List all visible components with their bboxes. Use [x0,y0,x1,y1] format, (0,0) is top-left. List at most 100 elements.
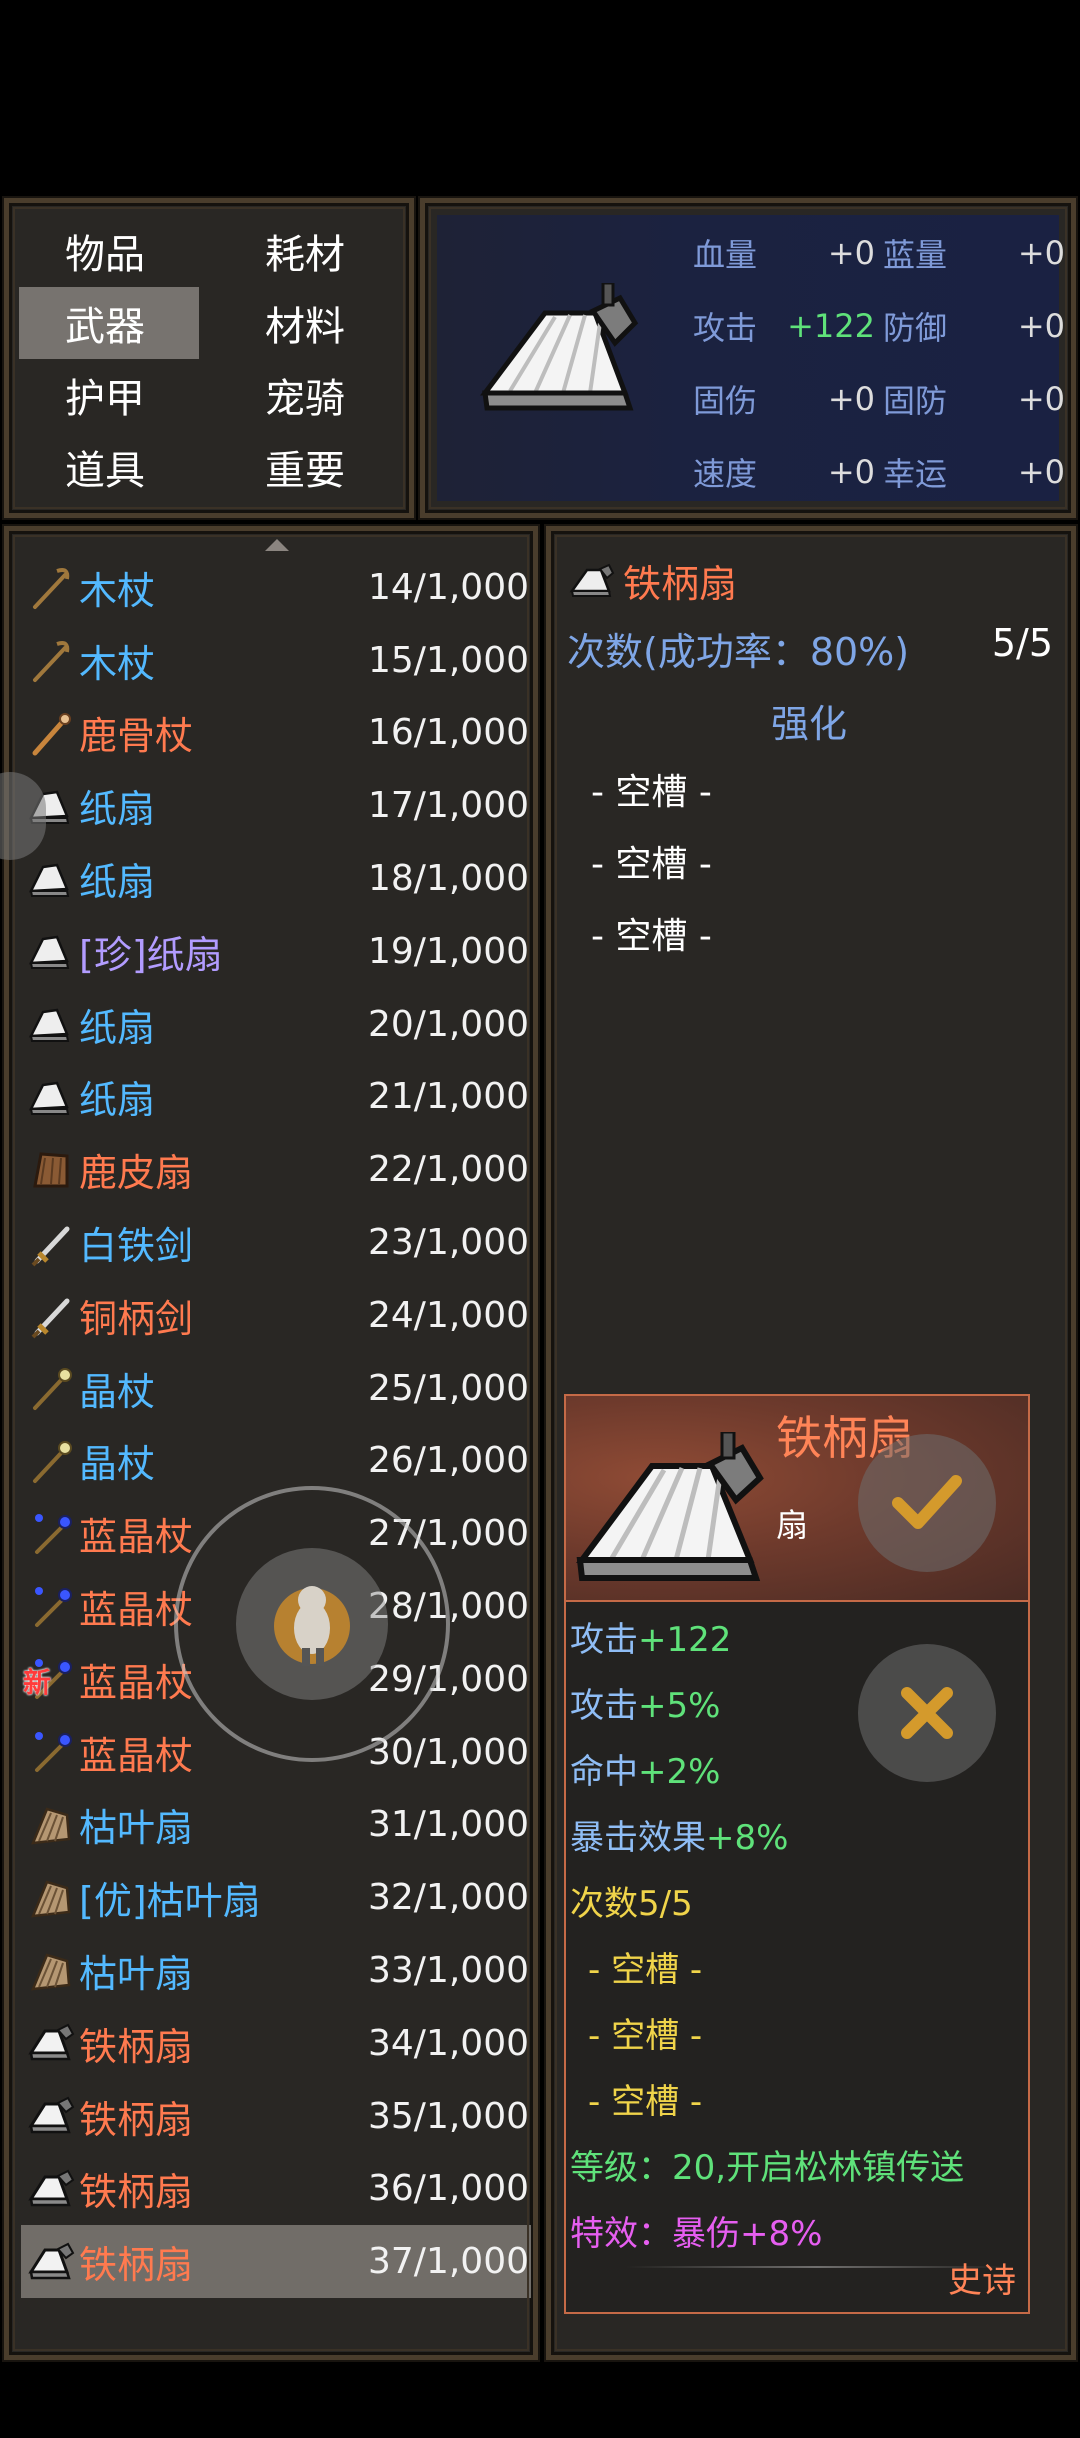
fan-icon [25,998,77,1050]
category-consumables[interactable]: 耗材 [219,215,399,287]
category-key-items[interactable]: 重要 [219,431,399,503]
stat-label: 命中 [570,1752,638,1792]
stat-value: +0 [1017,307,1065,345]
weapon-list-item[interactable]: 纸扇 21/1,000 [21,1061,531,1134]
weapon-list-item[interactable]: 纸扇 18/1,000 [21,842,531,915]
weapon-list-item[interactable]: 铁柄扇 35/1,000 [21,2080,531,2153]
enhance-times-value: 5/5 [991,621,1053,665]
staff-icon [25,561,77,613]
close-icon [901,1687,953,1739]
tooltip-stat: 攻击+5% [570,1678,720,1727]
weapon-count: 37/1,000 [368,2241,529,2283]
weapon-count: 20/1,000 [368,1003,529,1045]
enhance-times-label: 次数(成功率：80%) [567,630,910,674]
category-materials[interactable]: 材料 [219,287,399,359]
weapon-list-item[interactable]: 铁柄扇 34/1,000 [21,2007,531,2080]
weapon-list-item[interactable]: 纸扇 20/1,000 [21,988,531,1061]
weapon-list-item[interactable]: [珍]纸扇 19/1,000 [21,915,531,988]
weapon-count: 32/1,000 [368,1877,529,1919]
joystick-knob[interactable] [236,1548,388,1700]
weapon-count: 15/1,000 [368,639,529,681]
stat-label: 蓝量 [883,236,948,274]
weapon-list-item[interactable]: [优]枯叶扇 32/1,000 [21,1861,531,1934]
weapon-count: 36/1,000 [368,2168,529,2210]
stat-label: 速度 [693,455,758,493]
tooltip-item-type: 扇 [776,1506,809,1544]
virtual-joystick[interactable] [174,1486,450,1762]
category-armor[interactable]: 护甲 [19,359,199,431]
weapon-list-item[interactable]: 枯叶扇 33/1,000 [21,1934,531,2007]
weapon-count: 16/1,000 [368,712,529,754]
category-tools[interactable]: 道具 [19,431,199,503]
stat-value: +2% [638,1752,721,1792]
iron-fan-icon [25,2017,77,2069]
weapon-list-item[interactable]: 纸扇 17/1,000 [21,769,531,842]
weapon-list-item[interactable]: 晶杖 26/1,000 [21,1425,531,1498]
bone-staff-icon [25,707,77,759]
stat-value: +0 [1017,234,1065,272]
weapon-count: 14/1,000 [368,566,529,608]
stat-label: 攻击 [693,309,758,347]
weapon-list-item[interactable]: 铁柄扇 37/1,000 [21,2225,531,2299]
weapon-list: 木杖 14/1,000 木杖 15/1,000 鹿骨杖 16/1,000 纸扇 17/1,00… [21,551,531,2299]
weapon-name: 铁柄扇 [79,2243,194,2288]
weapon-list-item[interactable]: 枯叶扇 31/1,000 [21,1789,531,1862]
weapon-count: 17/1,000 [368,785,529,827]
iron-fan-icon [576,1432,764,1581]
weapon-name: [珍]纸扇 [79,932,223,977]
weapon-count: 25/1,000 [368,1367,529,1409]
blue-crystal-staff-icon: 新 [23,1653,77,1705]
weapon-name: 鹿皮扇 [79,1151,194,1196]
tooltip-level-requirement: 等级：20,开启松林镇传送 [570,2148,965,2188]
enhance-button[interactable]: 强化 [771,693,847,748]
stat-label: 攻击 [570,1686,638,1726]
weapon-name: 木杖 [79,568,156,613]
stat-label: 固伤 [693,382,758,420]
leather-fan-icon [25,1144,77,1196]
times-value: 5/5 [638,1884,693,1924]
cancel-button[interactable] [858,1644,996,1782]
category-items[interactable]: 物品 [19,215,199,287]
weapon-count: 35/1,000 [368,2095,529,2137]
confirm-button[interactable] [858,1434,996,1572]
tooltip-times: 次数5/5 [570,1876,693,1925]
crystal-staff-icon [25,1435,77,1487]
stat-row-hp-mp: 血量 +0 蓝量 +0 [693,223,1065,283]
weapon-count: 18/1,000 [368,858,529,900]
stat-label: 暴击效果 [570,1818,706,1858]
weapon-list-item[interactable]: 鹿骨杖 16/1,000 [21,697,531,770]
leaf-fan-icon [25,1945,77,1997]
weapon-list-panel[interactable]: 木杖 14/1,000 木杖 15/1,000 鹿骨杖 16/1,000 纸扇 17/1,00… [4,526,538,2360]
stat-label: 攻击 [570,1620,638,1660]
fan-icon [25,925,77,977]
blue-crystal-staff-icon [25,1581,77,1633]
stat-value: +8% [706,1818,789,1858]
weapon-name: 木杖 [79,641,156,686]
category-pets-mounts[interactable]: 宠骑 [219,359,399,431]
weapon-list-item[interactable]: 铁柄扇 36/1,000 [21,2153,531,2226]
weapon-list-item[interactable]: 铜柄剑 24/1,000 [21,1279,531,1352]
stat-label: 血量 [693,236,758,274]
stat-label: 幸运 [883,455,948,493]
checkmark-icon [892,1475,962,1529]
enhance-slot[interactable]: - 空槽 - [591,907,712,959]
tooltip-rarity: 史诗 [948,2261,1016,2301]
weapon-count: 21/1,000 [368,1076,529,1118]
tooltip-slot: - 空槽 - [588,2016,703,2056]
weapon-list-item[interactable]: 晶杖 25/1,000 [21,1352,531,1425]
category-weapons[interactable]: 武器 [19,287,199,359]
enhance-slot[interactable]: - 空槽 - [591,835,712,887]
weapon-list-item[interactable]: 白铁剑 23/1,000 [21,1206,531,1279]
stat-value: +0 [827,234,875,272]
blue-crystal-staff-icon [25,1726,77,1778]
scroll-up-icon [265,539,289,551]
iron-fan-icon [25,2163,77,2215]
weapon-count: 19/1,000 [368,930,529,972]
weapon-list-item[interactable]: 木杖 15/1,000 [21,624,531,697]
detail-header: 铁柄扇 [569,553,737,608]
enhance-slot[interactable]: - 空槽 - [591,763,712,815]
weapon-list-item[interactable]: 木杖 14/1,000 [21,551,531,624]
iron-fan-icon [25,2236,77,2288]
times-label: 次数 [570,1884,638,1924]
weapon-list-item[interactable]: 鹿皮扇 22/1,000 [21,1133,531,1206]
